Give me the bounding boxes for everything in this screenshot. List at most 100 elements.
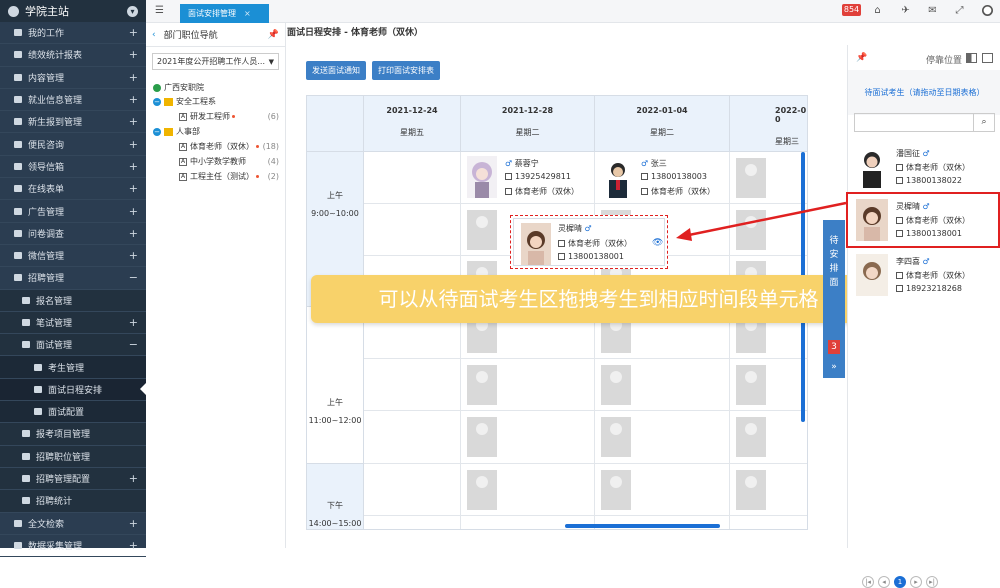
schedule-cell[interactable]	[364, 516, 461, 529]
schedule-cell[interactable]	[364, 359, 461, 411]
sidebar-item[interactable]: 新生报到管理 +	[0, 111, 146, 134]
sidebar-item-label: 面试配置	[48, 408, 85, 419]
schedule-cell[interactable]	[364, 464, 461, 516]
pending-card[interactable]: 李四喜 ♂ 体育老师（双休） 18923218268	[852, 250, 999, 302]
sidebar-item[interactable]: 问卷调查 +	[0, 223, 146, 245]
sidebar-item[interactable]: 数据采集管理 +	[0, 535, 146, 558]
folder-icon	[164, 127, 173, 136]
dock-right-icon[interactable]	[982, 53, 993, 63]
sidebar-item[interactable]: 就业信息管理 +	[0, 89, 146, 112]
candidate-avatar	[603, 156, 633, 198]
pending-card[interactable]: 潘国征 ♂ 体育老师（双休） 13800138022	[852, 142, 999, 194]
send-notice-button[interactable]: 发送面试通知	[306, 61, 366, 80]
sidebar-item[interactable]: 报考项目管理	[0, 423, 146, 446]
next-page-icon[interactable]: ▸	[910, 576, 922, 588]
tree-leaf-eng[interactable]: A 工程主任（测试） (2)	[179, 171, 279, 182]
pin-icon[interactable]: ✈	[900, 5, 911, 16]
pending-side-tab[interactable]: 待安排面 3 »	[823, 220, 845, 378]
sidebar-item[interactable]: 全文检索 +	[0, 513, 146, 535]
collapse-left-icon[interactable]: ‹	[152, 30, 156, 40]
search-icon[interactable]: ⌕	[973, 113, 995, 132]
chat-icon[interactable]: ✉	[927, 5, 938, 16]
close-icon[interactable]: ×	[244, 9, 251, 18]
col-header: 2021-12-28 星期二	[461, 96, 595, 152]
candidate-card[interactable]: ♂ 张三 13800138003 体育老师（双休）	[603, 156, 728, 202]
tree-leaf-math[interactable]: A 中小学数学教师 (4)	[179, 156, 279, 167]
tree-root[interactable]: 广西安职院	[153, 82, 204, 93]
sidebar-item[interactable]: 我的工作 +	[0, 22, 146, 45]
chevron-down-icon[interactable]: ▾	[127, 5, 138, 17]
page-number[interactable]: 1	[894, 576, 906, 588]
sidebar-item-label: 问卷调查	[28, 229, 65, 240]
male-icon: ♂	[505, 159, 513, 168]
collapse-icon[interactable]: −	[153, 127, 161, 136]
schedule-cell[interactable]	[364, 204, 461, 256]
tree-leaf-rd[interactable]: A 研发工程师 (6)	[179, 111, 279, 122]
sidebar-item[interactable]: 内容管理 +	[0, 67, 146, 89]
last-page-icon[interactable]: ▸|	[926, 576, 938, 588]
job-icon	[505, 188, 512, 195]
sidebar-item[interactable]: 招聘职位管理	[0, 445, 146, 468]
sidebar-item[interactable]: 便民咨询 +	[0, 133, 146, 156]
sidebar-item[interactable]: 在线表单 +	[0, 178, 146, 201]
page-title: 面试日程安排 - 体育老师（双休）	[287, 28, 424, 38]
tree-leaf-pe[interactable]: A 体育老师（双休） (18)	[179, 141, 279, 152]
sidebar-item[interactable]: 绩效统计报表 +	[0, 44, 146, 67]
schedule-cell[interactable]	[364, 411, 461, 464]
menu-toggle-icon[interactable]: ☰	[154, 5, 165, 16]
menu-item-icon	[14, 207, 22, 215]
eye-icon[interactable]: 👁	[652, 238, 663, 248]
sidebar-item[interactable]: 招聘管理 −	[0, 267, 146, 290]
highlight-box	[846, 192, 1000, 248]
sidebar-item[interactable]: 面试日程安排	[0, 378, 146, 402]
sidebar-item-label: 新生报到管理	[28, 118, 83, 129]
sidebar-item[interactable]: 招聘统计	[0, 490, 146, 513]
expand-sign: +	[128, 115, 138, 129]
sidebar-item[interactable]: 广告管理 +	[0, 200, 146, 223]
schedule-cell[interactable]	[364, 152, 461, 204]
menu-item-icon	[14, 162, 22, 170]
print-schedule-button[interactable]: 打印面试安排表	[372, 61, 440, 80]
user-avatar-icon[interactable]: ●	[982, 5, 993, 16]
sidebar-item[interactable]: 招聘管理配置 +	[0, 467, 146, 491]
sidebar-item[interactable]: 报名管理	[0, 289, 146, 312]
notification-badge[interactable]: 854	[842, 4, 861, 16]
year-select[interactable]: 2021年度公开招聘工作人员... ▼	[152, 53, 279, 70]
empty-avatar-placeholder	[467, 210, 497, 250]
sidebar-item[interactable]: 领导信箱 +	[0, 156, 146, 179]
prev-page-icon[interactable]: ◂	[878, 576, 890, 588]
schedule-cell[interactable]	[730, 516, 807, 529]
sidebar-item[interactable]: 考生管理	[0, 356, 146, 379]
tree-node-hr[interactable]: − 人事部	[153, 126, 200, 137]
brand[interactable]: 学院主站 ▾	[0, 0, 146, 22]
sidebar-item[interactable]: 笔试管理 +	[0, 311, 146, 335]
expand-icon[interactable]: »	[823, 360, 845, 374]
tree-node-safety[interactable]: − 安全工程系	[153, 96, 216, 107]
dock-left-icon[interactable]	[966, 53, 977, 63]
horizontal-scrollbar[interactable]	[565, 524, 720, 528]
dragged-candidate-card[interactable]: 灵樨晴 ♂ 体育老师（双休） 13800138001 👁	[510, 215, 668, 269]
sidebar-item[interactable]: 面试管理 −	[0, 334, 146, 357]
pin-icon[interactable]: 📌	[268, 30, 279, 40]
male-icon: ♂	[641, 159, 649, 168]
job-icon	[641, 188, 648, 195]
male-icon: ♂	[922, 149, 930, 158]
brand-title: 学院主站	[25, 5, 69, 18]
sidebar-item-label: 招聘管理配置	[36, 475, 91, 486]
sidebar-item[interactable]: 微信管理 +	[0, 245, 146, 268]
candidate-card[interactable]: ♂ 蔡蓉宁 13925429811 体育老师（双休）	[467, 156, 592, 202]
expand-sign: +	[128, 226, 138, 240]
candidate-avatar	[521, 223, 551, 265]
dept-header: 部门职位导航	[163, 31, 218, 41]
home-icon[interactable]: ⌂	[872, 5, 883, 16]
first-page-icon[interactable]: |◂	[862, 576, 874, 588]
sidebar-item[interactable]: 面试配置	[0, 401, 146, 424]
tab-interview-schedule[interactable]: 面试安排管理 ×	[180, 4, 269, 23]
menu-item-icon	[14, 185, 22, 193]
collapse-icon[interactable]: −	[153, 97, 161, 106]
sidebar-item-label: 招聘职位管理	[36, 452, 91, 463]
search-input[interactable]	[854, 113, 974, 132]
menu-item-icon	[22, 475, 30, 483]
fullscreen-icon[interactable]: ⤢	[954, 5, 965, 16]
pin-icon[interactable]: 📌	[856, 53, 867, 63]
